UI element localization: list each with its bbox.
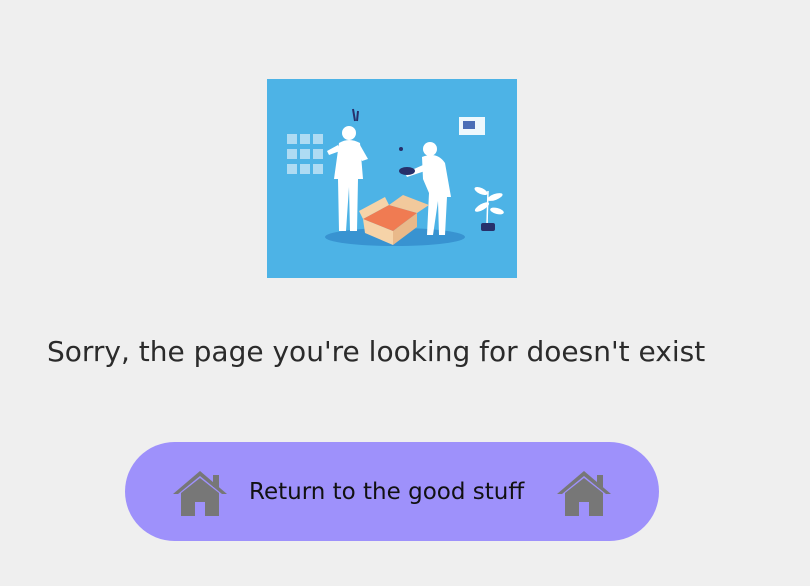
return-home-button[interactable]: Return to the good stuff <box>125 442 659 541</box>
home-icon <box>171 469 229 517</box>
not-found-page: Sorry, the page you're looking for doesn… <box>0 0 810 586</box>
return-home-label: Return to the good stuff <box>249 479 525 505</box>
not-found-illustration <box>267 79 517 278</box>
home-icon <box>555 469 613 517</box>
error-message: Sorry, the page you're looking for doesn… <box>47 335 706 368</box>
